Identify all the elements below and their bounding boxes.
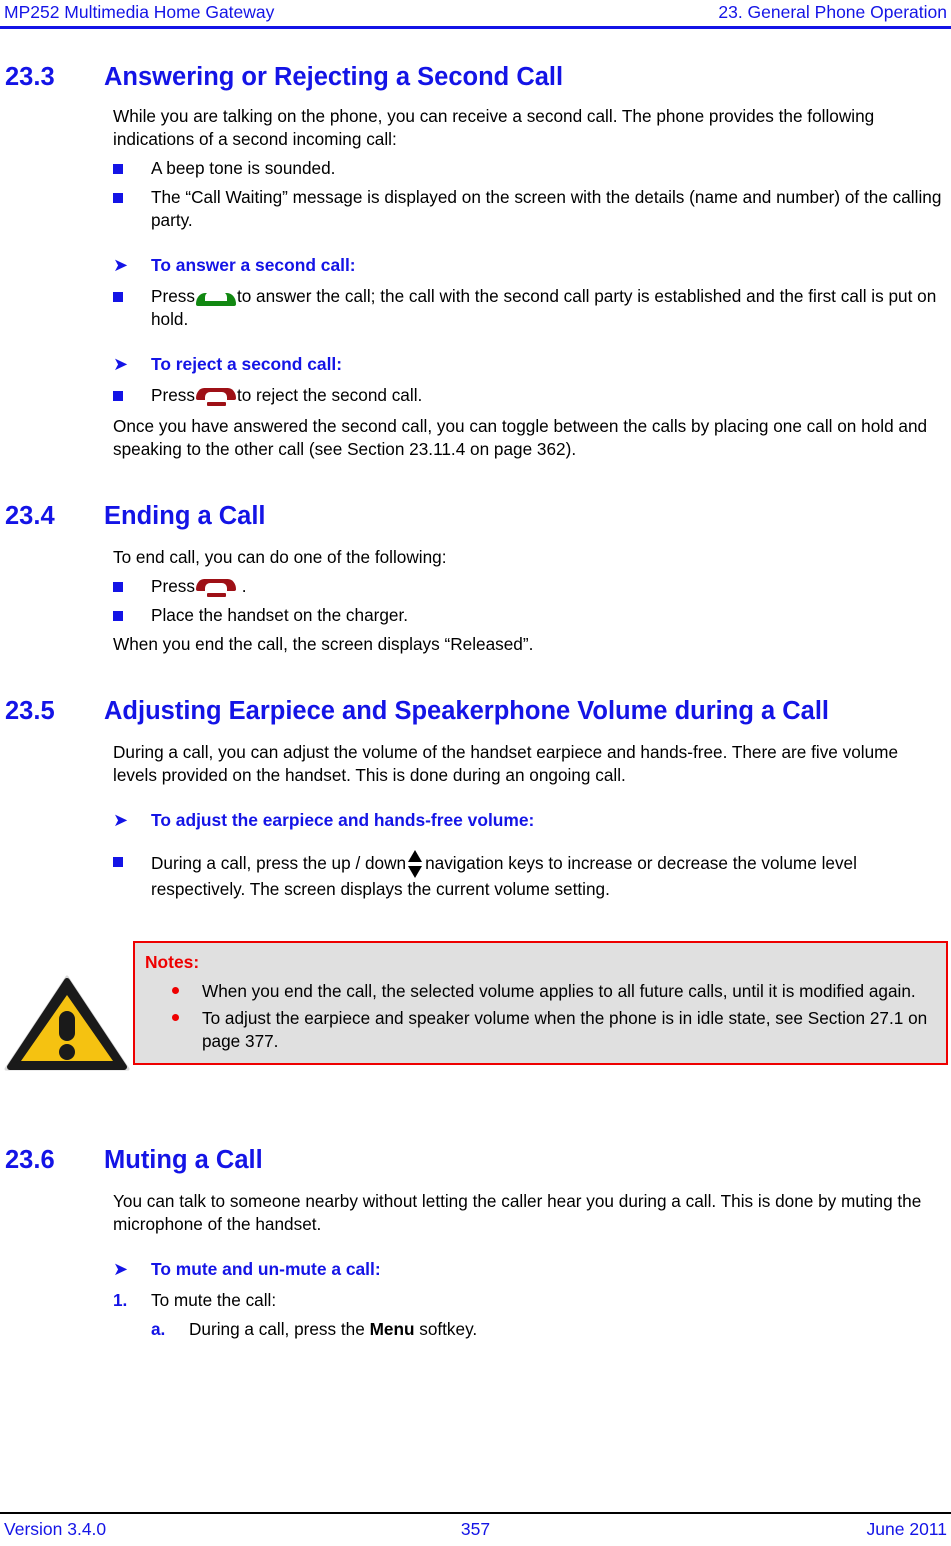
footer-version: Version 3.4.0	[4, 1519, 107, 1539]
header-chapter-title: 23. General Phone Operation	[718, 2, 947, 22]
note-item-label: When you end the call, the selected volu…	[202, 981, 916, 1001]
round-bullet-icon	[145, 1007, 202, 1021]
list-item-beep-tone: A beep tone is sounded.	[0, 157, 951, 180]
section-number: 23.6	[5, 1146, 55, 1174]
note-item-label: To adjust the earpiece and speaker volum…	[202, 1008, 928, 1051]
menu-softkey-label: Menu	[369, 1319, 415, 1339]
arrow-bullet-icon: ➤	[113, 810, 129, 830]
note-list-item: When you end the call, the selected volu…	[145, 980, 936, 1003]
procedure-heading-label: To answer a second call:	[151, 255, 356, 275]
notes-callout: Notes: When you end the call, the select…	[0, 941, 951, 1101]
list-item-label: Place the handset on the charger.	[151, 605, 409, 625]
list-item-label: A beep tone is sounded.	[151, 158, 336, 178]
notes-box: Notes: When you end the call, the select…	[133, 941, 948, 1065]
list-item-label: Press .	[151, 575, 943, 598]
procedure-heading-label: To adjust the earpiece and hands-free vo…	[151, 810, 535, 830]
red-handset-end-icon	[195, 388, 236, 406]
procedure-heading-reject-second-call: ➤ To reject a second call:	[0, 353, 951, 376]
list-item-press-end-key: Press .	[0, 575, 951, 598]
round-bullet-icon	[145, 980, 202, 994]
square-bullet-icon	[113, 604, 151, 621]
list-item-label: The “Call Waiting” message is displayed …	[151, 187, 942, 230]
paragraph-23-3-outro: Once you have answered the second call, …	[113, 416, 928, 459]
section-number: 23.4	[5, 502, 55, 530]
procedure-heading-answer-second-call: ➤ To answer a second call:	[0, 254, 951, 277]
paragraph-23-6-intro: You can talk to someone nearby without l…	[113, 1191, 922, 1234]
section-heading-23-5: 23.5 Adjusting Earpiece and Speakerphone…	[0, 696, 951, 727]
numbered-step-1: 1. To mute the call:	[0, 1289, 951, 1312]
list-item-press-reject-key: Press to reject the second call.	[0, 384, 951, 407]
step-letter: a.	[151, 1319, 166, 1339]
page-footer: Version 3.4.0 357 June 2011	[0, 1516, 951, 1544]
adjust-step-pre-text: During a call, press the up / down	[151, 853, 407, 873]
square-bullet-icon	[113, 384, 151, 401]
square-bullet-icon	[113, 850, 151, 867]
page-content: 23.3 Answering or Rejecting a Second Cal…	[0, 36, 951, 1341]
step-number: 1.	[113, 1290, 128, 1310]
square-bullet-icon	[113, 157, 151, 174]
reject-step-text: to reject the second call.	[236, 385, 423, 405]
list-item-label: During a call, press the up / down naviga…	[151, 850, 943, 901]
press-label: Press	[151, 286, 195, 306]
header-document-title: MP252 Multimedia Home Gateway	[4, 2, 275, 22]
list-item-adjust-volume-step: During a call, press the up / down naviga…	[0, 850, 951, 901]
step-1a-post-text: softkey.	[419, 1319, 478, 1339]
procedure-heading-label: To reject a second call:	[151, 354, 343, 374]
section-heading-23-6: 23.6 Muting a Call	[0, 1145, 951, 1176]
paragraph-23-4-outro: When you end the call, the screen displa…	[113, 634, 534, 654]
square-bullet-icon	[113, 285, 151, 302]
press-label: Press	[151, 576, 195, 596]
section-title: Adjusting Earpiece and Speakerphone Volu…	[104, 697, 830, 725]
procedure-heading-label: To mute and un-mute a call:	[151, 1259, 381, 1279]
warning-triangle-icon	[4, 975, 130, 1071]
arrow-bullet-icon: ➤	[113, 255, 129, 275]
square-bullet-icon	[113, 186, 151, 203]
arrow-bullet-icon: ➤	[113, 1259, 129, 1279]
step-label: To mute the call:	[151, 1290, 277, 1310]
paragraph-23-3-intro: While you are talking on the phone, you …	[113, 106, 875, 149]
arrow-bullet-icon: ➤	[113, 354, 129, 374]
footer-page-number: 357	[460, 1519, 491, 1539]
paragraph-23-4-intro: To end call, you can do one of the follo…	[113, 547, 447, 567]
step-label: During a call, press the Menu softkey.	[189, 1318, 477, 1341]
red-handset-end-icon	[195, 579, 236, 597]
footer-divider-rule	[0, 1512, 951, 1514]
green-handset-answer-icon	[195, 289, 236, 306]
step-1a-pre-text: During a call, press the	[189, 1319, 365, 1339]
section-heading-23-3: 23.3 Answering or Rejecting a Second Cal…	[0, 62, 951, 93]
list-item-label: Press to reject the second call.	[151, 384, 943, 407]
section-heading-23-4: 23.4 Ending a Call	[0, 501, 951, 532]
note-list-item: To adjust the earpiece and speaker volum…	[145, 1007, 936, 1053]
up-down-navigation-icon	[408, 850, 423, 878]
square-bullet-icon	[113, 575, 151, 592]
section-number: 23.3	[5, 63, 55, 91]
list-item-label: Press to answer the call; the call with t…	[151, 285, 943, 331]
list-item-press-answer-key: Press to answer the call; the call with t…	[0, 285, 951, 331]
procedure-heading-adjust-volume: ➤ To adjust the earpiece and hands-free …	[0, 809, 951, 832]
press-label: Press	[151, 385, 195, 405]
numbered-step-1a: a. During a call, press the Menu softkey…	[0, 1318, 951, 1341]
end-step-text: .	[241, 576, 247, 596]
section-title: Answering or Rejecting a Second Call	[104, 63, 564, 91]
section-title: Muting a Call	[104, 1146, 263, 1174]
answer-step-text: to answer the call; the call with the se…	[151, 286, 937, 329]
paragraph-23-5-intro: During a call, you can adjust the volume…	[113, 742, 899, 785]
list-item-call-waiting-message: The “Call Waiting” message is displayed …	[0, 186, 951, 232]
section-number: 23.5	[5, 697, 55, 725]
footer-date: June 2011	[866, 1519, 947, 1539]
list-item-place-handset-charger: Place the handset on the charger.	[0, 604, 951, 627]
procedure-heading-mute-call: ➤ To mute and un-mute a call:	[0, 1258, 951, 1281]
notes-title: Notes:	[145, 952, 200, 972]
header-divider-rule	[0, 26, 951, 29]
section-title: Ending a Call	[104, 502, 266, 530]
